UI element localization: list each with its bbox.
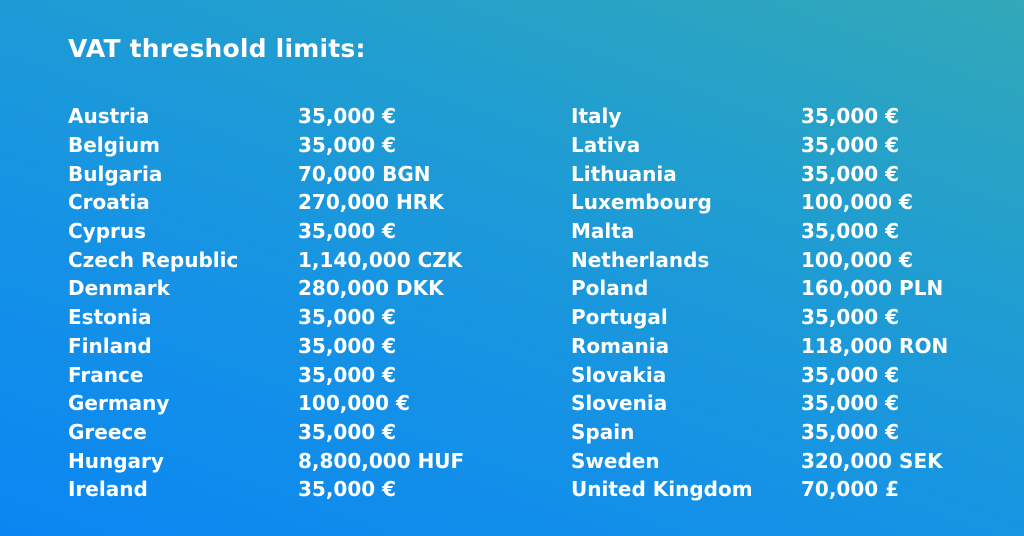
threshold-value: 35,000 € <box>801 362 900 387</box>
threshold-row: United Kingdom 70,000 £ <box>571 475 948 504</box>
threshold-value: 35,000 € <box>801 419 900 444</box>
threshold-row: Bulgaria 70,000 BGN <box>68 159 464 188</box>
country-name: Croatia <box>68 190 150 215</box>
country-name: Slovakia <box>571 362 667 387</box>
threshold-row: Luxembourg 100,000 € <box>571 188 948 217</box>
country-name: Ireland <box>68 477 148 502</box>
threshold-row: Romania 118,000 RON <box>571 332 948 361</box>
threshold-row: Croatia 270,000 HRK <box>68 188 464 217</box>
threshold-row: Slovenia 35,000 € <box>571 389 948 418</box>
threshold-value: 35,000 € <box>298 104 397 129</box>
country-name: Netherlands <box>571 247 710 272</box>
country-name: Spain <box>571 419 635 444</box>
threshold-value: 70,000 BGN <box>298 161 431 186</box>
threshold-value: 320,000 SEK <box>801 448 943 473</box>
threshold-row: Poland 160,000 PLN <box>571 274 948 303</box>
threshold-value: 8,800,000 HUF <box>298 448 465 473</box>
threshold-row: Sweden 320,000 SEK <box>571 446 948 475</box>
threshold-row: Cyprus 35,000 € <box>68 217 464 246</box>
threshold-row: France 35,000 € <box>68 360 464 389</box>
threshold-list-left: Austria 35,000 € Belgium 35,000 € Bulgaria 70… <box>68 102 464 504</box>
country-name: Belgium <box>68 133 160 158</box>
threshold-value: 35,000 € <box>298 133 397 158</box>
threshold-row: Spain 35,000 € <box>571 418 948 447</box>
threshold-value: 1,140,000 CZK <box>298 247 463 272</box>
country-name: Finland <box>68 333 152 358</box>
country-name: Slovenia <box>571 391 668 416</box>
threshold-row: Austria 35,000 € <box>68 102 464 131</box>
threshold-row: Lithuania 35,000 € <box>571 159 948 188</box>
threshold-value: 35,000 € <box>298 362 397 387</box>
threshold-value: 160,000 PLN <box>801 276 944 301</box>
country-name: Denmark <box>68 276 170 301</box>
country-name: Bulgaria <box>68 161 163 186</box>
country-name: Romania <box>571 333 670 358</box>
threshold-row: Denmark 280,000 DKK <box>68 274 464 303</box>
country-name: Malta <box>571 219 635 244</box>
country-name: Austria <box>68 104 150 129</box>
country-name: United Kingdom <box>571 477 753 502</box>
threshold-value: 100,000 € <box>298 391 410 416</box>
country-name: Lithuania <box>571 161 677 186</box>
page-title: VAT threshold limits: <box>68 34 366 63</box>
threshold-value: 100,000 € <box>801 190 913 215</box>
threshold-value: 35,000 € <box>801 305 900 330</box>
threshold-row: Lativa 35,000 € <box>571 131 948 160</box>
threshold-value: 35,000 € <box>801 219 900 244</box>
threshold-value: 35,000 € <box>298 305 397 330</box>
threshold-row: Hungary 8,800,000 HUF <box>68 446 464 475</box>
threshold-value: 35,000 € <box>298 477 397 502</box>
country-name: Poland <box>571 276 649 301</box>
threshold-value: 35,000 € <box>801 391 900 416</box>
country-name: Lativa <box>571 133 641 158</box>
threshold-value: 35,000 € <box>801 161 900 186</box>
country-name: Greece <box>68 419 147 444</box>
threshold-row: Italy 35,000 € <box>571 102 948 131</box>
threshold-value: 100,000 € <box>801 247 913 272</box>
threshold-value: 35,000 € <box>298 219 397 244</box>
threshold-row: Greece 35,000 € <box>68 418 464 447</box>
threshold-value: 35,000 € <box>298 333 397 358</box>
country-name: Luxembourg <box>571 190 712 215</box>
threshold-row: Czech Republic 1,140,000 CZK <box>68 245 464 274</box>
threshold-value: 35,000 € <box>801 133 900 158</box>
threshold-value: 70,000 £ <box>801 477 900 502</box>
threshold-value: 280,000 DKK <box>298 276 444 301</box>
threshold-row: Belgium 35,000 € <box>68 131 464 160</box>
country-name: Czech Republic <box>68 247 239 272</box>
threshold-row: Germany 100,000 € <box>68 389 464 418</box>
country-name: Sweden <box>571 448 660 473</box>
country-name: France <box>68 362 144 387</box>
threshold-list-right: Italy 35,000 € Lativa 35,000 € Lithuania 35,0… <box>571 102 948 504</box>
country-name: Germany <box>68 391 170 416</box>
country-name: Hungary <box>68 448 164 473</box>
threshold-row: Finland 35,000 € <box>68 332 464 361</box>
threshold-row: Ireland 35,000 € <box>68 475 464 504</box>
threshold-value: 35,000 € <box>801 104 900 129</box>
threshold-value: 118,000 RON <box>801 333 949 358</box>
threshold-value: 35,000 € <box>298 419 397 444</box>
threshold-row: Estonia 35,000 € <box>68 303 464 332</box>
threshold-row: Slovakia 35,000 € <box>571 360 948 389</box>
threshold-row: Netherlands 100,000 € <box>571 245 948 274</box>
country-name: Italy <box>571 104 622 129</box>
threshold-row: Portugal 35,000 € <box>571 303 948 332</box>
country-name: Portugal <box>571 305 668 330</box>
threshold-row: Malta 35,000 € <box>571 217 948 246</box>
country-name: Estonia <box>68 305 152 330</box>
threshold-value: 270,000 HRK <box>298 190 444 215</box>
country-name: Cyprus <box>68 219 147 244</box>
